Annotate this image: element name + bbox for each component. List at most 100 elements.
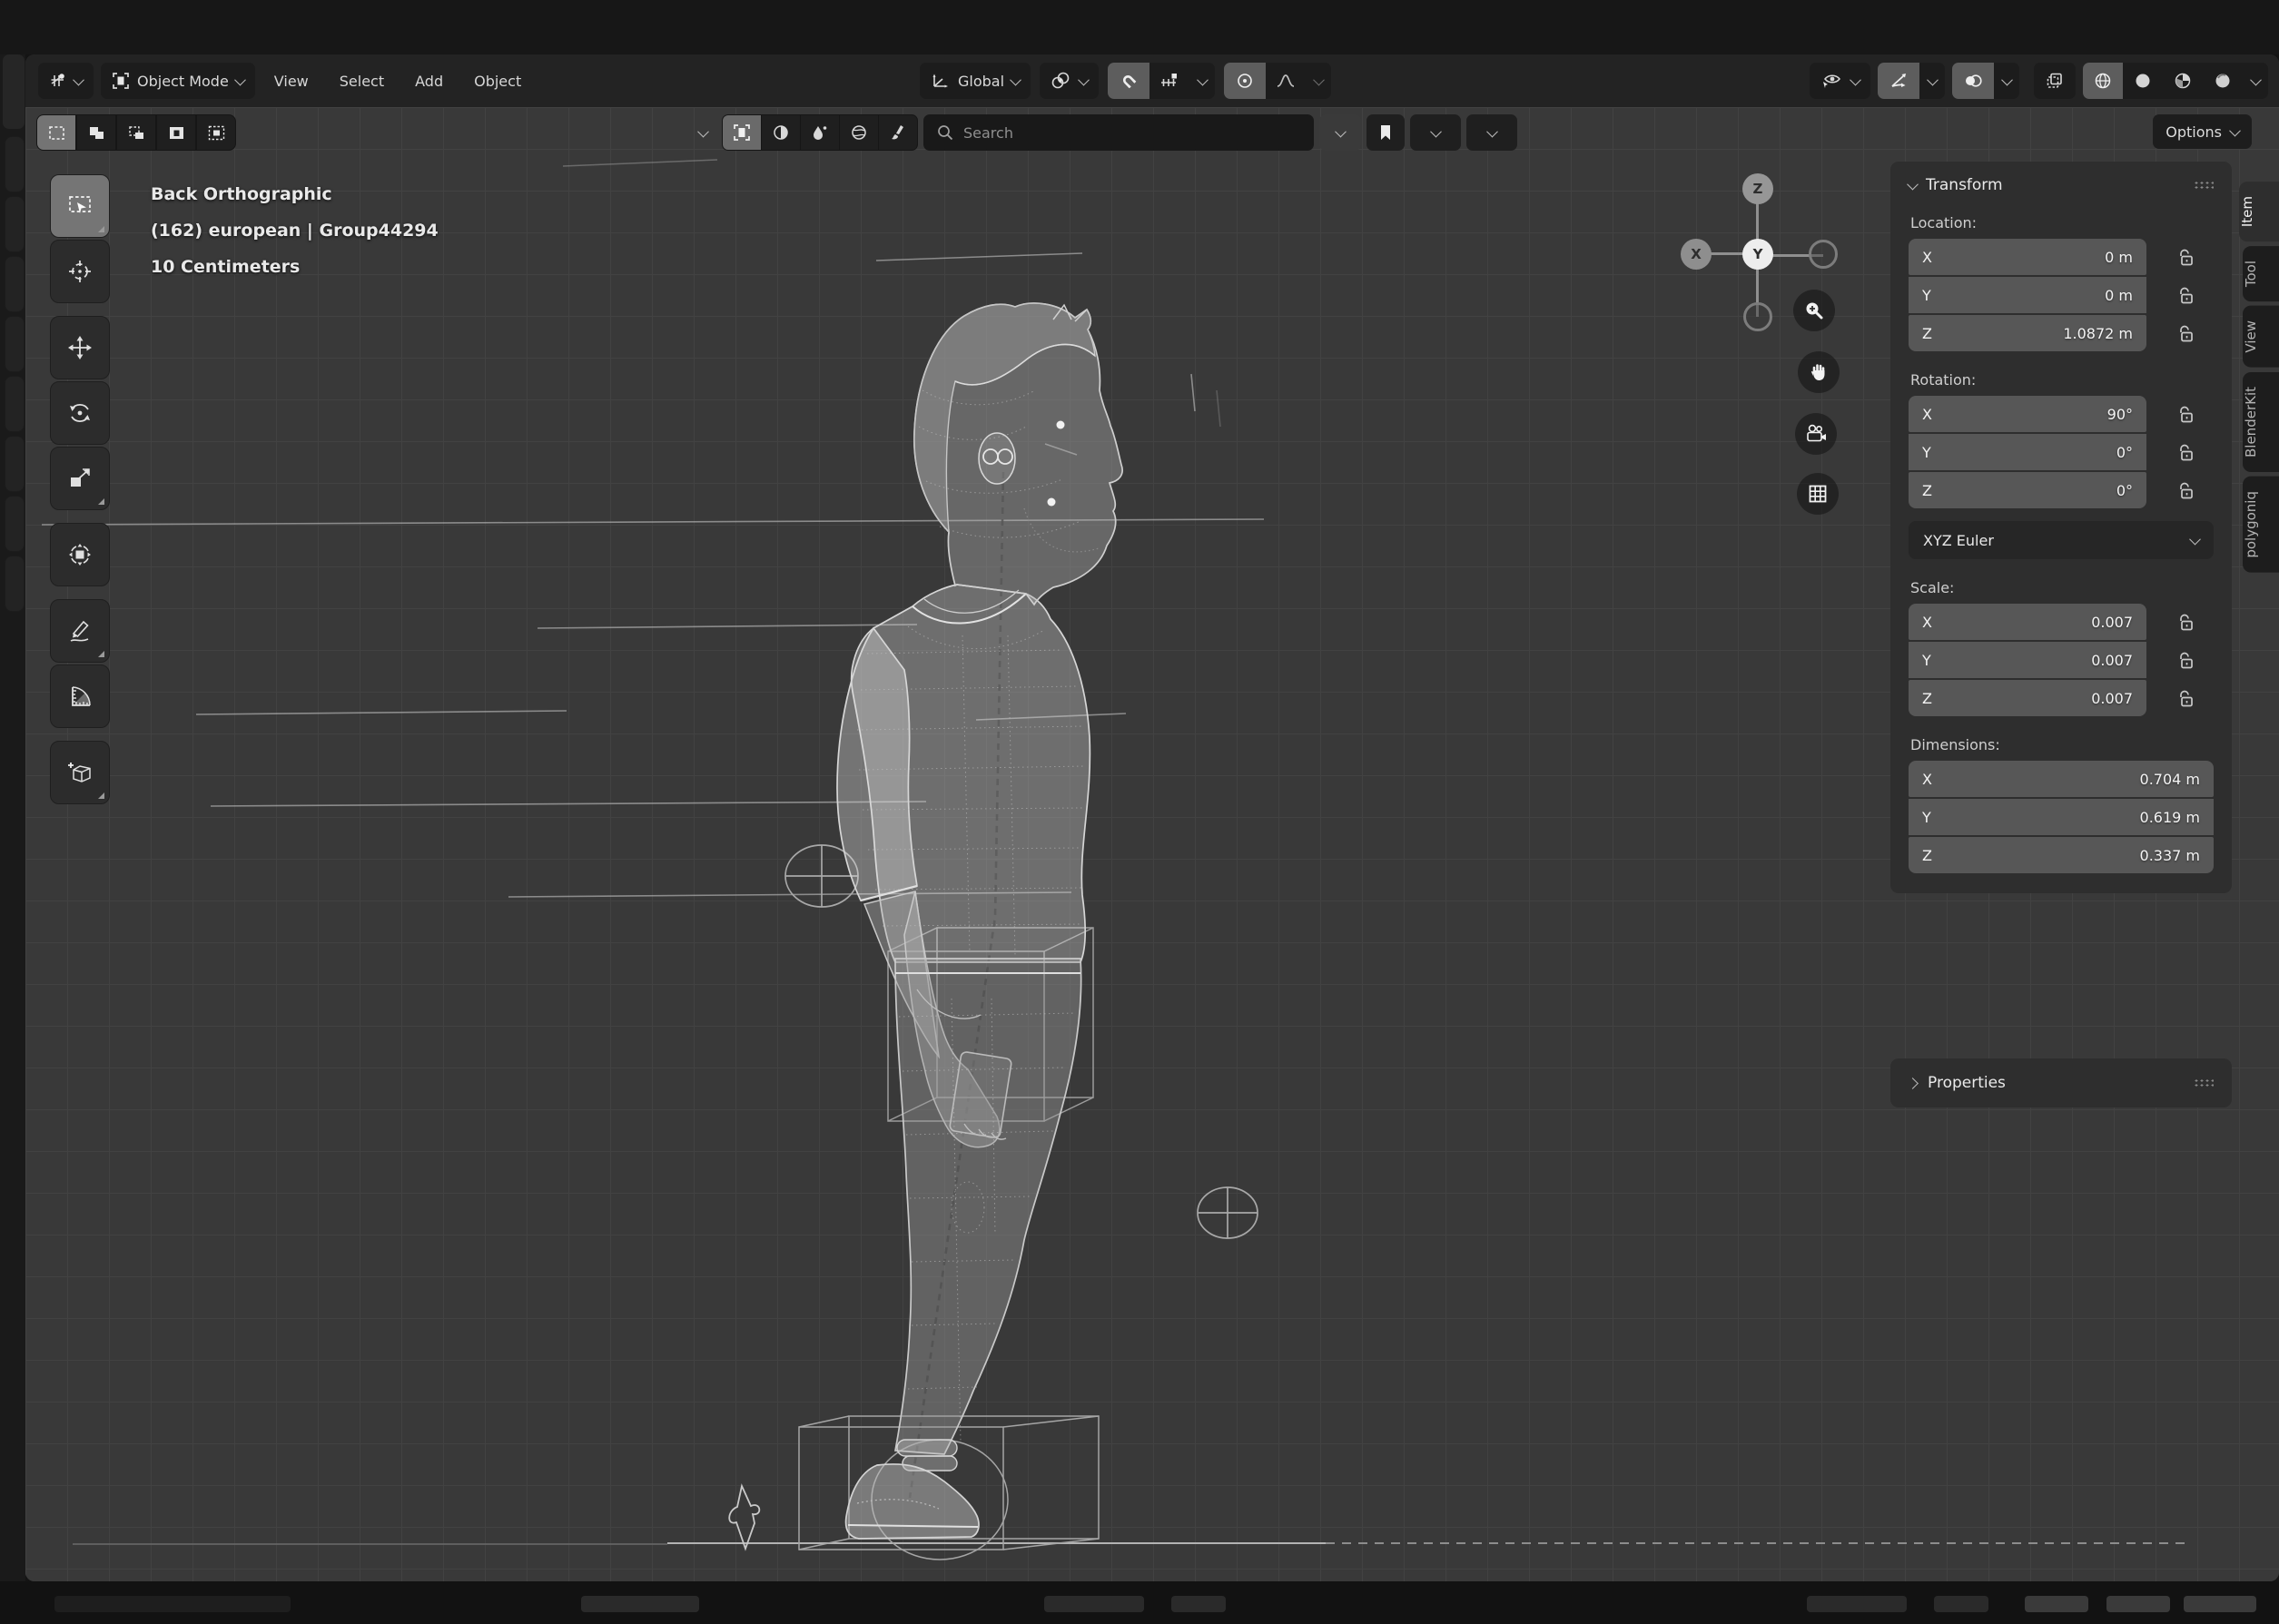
- asset-type-hdr[interactable]: [840, 115, 878, 150]
- rotation-z-field[interactable]: Z0°: [1909, 472, 2146, 508]
- menu-view[interactable]: View: [262, 63, 321, 99]
- lock-rotation-x[interactable]: [2172, 396, 2199, 432]
- sidebar-tab-view[interactable]: View: [2243, 306, 2279, 368]
- select-mode-subtract[interactable]: [117, 115, 155, 150]
- tool-annotate[interactable]: [50, 599, 110, 663]
- tool-transform[interactable]: [50, 523, 110, 586]
- shading-wireframe-button[interactable]: [2083, 63, 2123, 99]
- falloff-dropdown-button[interactable]: [1306, 77, 1331, 85]
- gizmo-x-axis[interactable]: X: [1681, 239, 1712, 270]
- camera-view-button[interactable]: [1795, 413, 1837, 455]
- tool-rotate[interactable]: [50, 381, 110, 445]
- zoom-button[interactable]: [1793, 290, 1835, 331]
- snap-toggle-button[interactable]: [1108, 63, 1149, 99]
- tool-cursor[interactable]: [50, 240, 110, 303]
- asset-search-box[interactable]: [923, 114, 1314, 151]
- lock-rotation-y[interactable]: [2172, 434, 2199, 470]
- show-overlays-toggle[interactable]: [1952, 63, 1994, 99]
- mode-selector[interactable]: Object Mode: [101, 63, 255, 99]
- pivot-point-selector[interactable]: [1040, 63, 1099, 99]
- adjacent-toolbar-button: [5, 136, 25, 192]
- lock-location-x[interactable]: [2172, 239, 2199, 275]
- tool-move[interactable]: [50, 316, 110, 379]
- sidebar-tab-blenderkit[interactable]: BlenderKit: [2243, 372, 2279, 472]
- overlays-dropdown-button[interactable]: [1994, 77, 2019, 85]
- plain-axes-empty[interactable]: [729, 1486, 759, 1549]
- sidebar-tab-polygoniq[interactable]: polygoniq: [2243, 477, 2279, 573]
- show-gizmo-toggle[interactable]: [1878, 63, 1919, 99]
- filter-dropdown[interactable]: [1410, 114, 1461, 151]
- properties-panel-collapsed[interactable]: Properties: [1890, 1058, 2232, 1107]
- gizmo-z-axis[interactable]: Z: [1742, 173, 1773, 204]
- wireframe-human-figure[interactable]: [837, 303, 1122, 1539]
- asset-type-scene[interactable]: [879, 115, 917, 150]
- blenderkit-asset-bar: [699, 114, 1517, 151]
- dimensions-x-field[interactable]: X0.704 m: [1909, 761, 2214, 797]
- shading-solid-button[interactable]: [2123, 63, 2163, 99]
- proportional-edit-toggle[interactable]: [1224, 63, 1266, 99]
- asset-type-material[interactable]: [762, 115, 800, 150]
- snap-dropdown-button[interactable]: [1189, 77, 1215, 85]
- gizmo-x-negative[interactable]: [1809, 240, 1838, 269]
- xray-toggle[interactable]: [2034, 63, 2076, 99]
- rotation-x-field[interactable]: X90°: [1909, 396, 2146, 432]
- location-y-field[interactable]: Y0 m: [1909, 277, 2146, 313]
- sidebar-tab-tool[interactable]: Tool: [2243, 246, 2279, 301]
- gizmo-dropdown-button[interactable]: [1919, 77, 1945, 85]
- lock-location-z[interactable]: [2172, 315, 2199, 351]
- visibility-selector[interactable]: [1810, 63, 1870, 99]
- scale-z-field[interactable]: Z0.007: [1909, 680, 2146, 716]
- panel-drag-handle[interactable]: [2194, 181, 2214, 190]
- falloff-type-button[interactable]: [1266, 63, 1306, 99]
- location-z-field[interactable]: Z1.0872 m: [1909, 315, 2146, 351]
- tool-measure[interactable]: [50, 664, 110, 728]
- scale-x-field[interactable]: X0.007: [1909, 604, 2146, 640]
- gizmo-z-negative[interactable]: [1743, 302, 1772, 331]
- shading-dropdown-button[interactable]: [2243, 77, 2268, 85]
- tool-select-box[interactable]: [50, 174, 110, 238]
- snap-with-button[interactable]: [1149, 63, 1189, 99]
- tool-add-cube[interactable]: [50, 741, 110, 804]
- select-mode-extend[interactable]: [77, 115, 115, 150]
- select-mode-new[interactable]: [37, 115, 75, 150]
- lock-scale-x[interactable]: [2172, 604, 2199, 640]
- search-history-dropdown[interactable]: [1319, 114, 1361, 151]
- dimensions-z-field[interactable]: Z0.337 m: [1909, 837, 2214, 873]
- pan-button[interactable]: [1798, 351, 1840, 393]
- assetbar-collapse-chevron[interactable]: [697, 125, 709, 137]
- rotation-y-field[interactable]: Y0°: [1909, 434, 2146, 470]
- sidebar-tab-item[interactable]: Item: [2239, 182, 2279, 241]
- sphere-empty[interactable]: [1198, 1187, 1258, 1238]
- tool-scale[interactable]: [50, 447, 110, 510]
- shading-material-button[interactable]: [2163, 63, 2203, 99]
- lock-location-y[interactable]: [2172, 277, 2199, 313]
- ortho-toggle-button[interactable]: [1797, 473, 1839, 515]
- asset-type-brush[interactable]: [801, 115, 839, 150]
- menu-add[interactable]: Add: [403, 63, 455, 99]
- search-input[interactable]: [963, 124, 1263, 142]
- select-mode-invert[interactable]: [157, 115, 195, 150]
- menu-object[interactable]: Object: [462, 63, 533, 99]
- lock-rotation-z[interactable]: [2172, 472, 2199, 508]
- lock-scale-z[interactable]: [2172, 680, 2199, 716]
- select-mode-intersect[interactable]: [197, 115, 235, 150]
- shading-mode-switch: [2083, 63, 2268, 99]
- dimensions-y-field[interactable]: Y0.619 m: [1909, 799, 2214, 835]
- scale-y-field[interactable]: Y0.007: [1909, 642, 2146, 678]
- menu-select[interactable]: Select: [328, 63, 396, 99]
- gizmo-y-axis[interactable]: Y: [1742, 239, 1773, 270]
- transform-panel-header[interactable]: Transform: [1909, 176, 2214, 194]
- panel-drag-handle[interactable]: [2194, 1078, 2214, 1088]
- bookmarks-button[interactable]: [1366, 114, 1405, 151]
- lock-scale-y[interactable]: [2172, 642, 2199, 678]
- transform-orientation-selector[interactable]: Global: [920, 63, 1031, 99]
- shading-rendered-button[interactable]: [2203, 63, 2243, 99]
- editor-type-button[interactable]: [38, 63, 94, 99]
- adjacent-toolbar-button: [5, 256, 25, 312]
- options-button[interactable]: Options: [2153, 114, 2252, 149]
- location-x-field[interactable]: X0 m: [1909, 239, 2146, 275]
- rotation-mode-dropdown[interactable]: XYZ Euler: [1909, 521, 2214, 559]
- dimensions-fields: X0.704 m Y0.619 m Z0.337 m: [1909, 761, 2214, 873]
- sort-dropdown[interactable]: [1466, 114, 1517, 151]
- asset-type-model[interactable]: [723, 115, 761, 150]
